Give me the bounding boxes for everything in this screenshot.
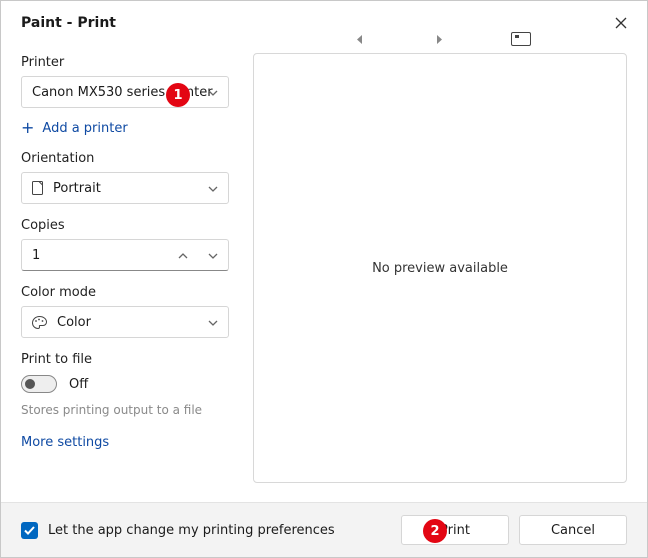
preview-pane: No preview available	[253, 53, 627, 483]
window-title: Paint - Print	[1, 1, 647, 31]
chevron-down-icon	[208, 316, 218, 329]
print-button[interactable]: Print	[401, 515, 509, 545]
more-settings-link[interactable]: More settings	[21, 435, 229, 450]
print-to-file-label: Print to file	[21, 352, 229, 367]
checkmark-icon	[24, 526, 35, 535]
increment-copies-button[interactable]	[178, 249, 188, 262]
chevron-up-icon	[178, 253, 188, 259]
color-mode-value: Color	[57, 315, 91, 330]
chevron-down-icon	[208, 253, 218, 259]
copies-value: 1	[32, 248, 40, 263]
plus-icon: +	[21, 118, 34, 137]
cancel-button[interactable]: Cancel	[519, 515, 627, 545]
color-mode-select[interactable]: Color	[21, 306, 229, 338]
add-printer-label: Add a printer	[42, 121, 127, 136]
printer-select[interactable]: Canon MX530 series Printer	[21, 76, 229, 108]
chevron-down-icon	[208, 86, 218, 99]
printer-label: Printer	[21, 55, 229, 70]
print-to-file-toggle[interactable]	[21, 375, 57, 393]
color-mode-label: Color mode	[21, 285, 229, 300]
preferences-checkbox[interactable]	[21, 522, 38, 539]
close-icon	[615, 17, 627, 29]
close-button[interactable]	[609, 11, 633, 35]
preview-nav	[351, 31, 531, 47]
preferences-checkbox-label: Let the app change my printing preferenc…	[48, 523, 335, 538]
add-printer-link[interactable]: + Add a printer	[21, 120, 229, 137]
settings-panel: Printer Canon MX530 series Printer + Add…	[21, 41, 229, 471]
portrait-icon	[32, 181, 43, 195]
annotation-badge-2: 2	[423, 519, 447, 543]
next-page-button[interactable]	[431, 31, 447, 47]
footer-bar: Let the app change my printing preferenc…	[1, 502, 647, 557]
chevron-down-icon	[208, 182, 218, 195]
print-to-file-state: Off	[69, 377, 88, 392]
copies-label: Copies	[21, 218, 229, 233]
prev-page-button[interactable]	[351, 31, 367, 47]
decrement-copies-button[interactable]	[208, 249, 218, 262]
orientation-value: Portrait	[53, 181, 101, 196]
palette-icon	[32, 316, 47, 329]
chevron-right-icon	[436, 35, 443, 44]
page-layout-icon[interactable]	[511, 32, 531, 46]
print-to-file-description: Stores printing output to a file	[21, 403, 229, 417]
orientation-select[interactable]: Portrait	[21, 172, 229, 204]
no-preview-text: No preview available	[372, 261, 508, 276]
copies-input[interactable]: 1	[21, 239, 229, 271]
orientation-label: Orientation	[21, 151, 229, 166]
chevron-left-icon	[356, 35, 363, 44]
annotation-badge-1: 1	[166, 83, 190, 107]
